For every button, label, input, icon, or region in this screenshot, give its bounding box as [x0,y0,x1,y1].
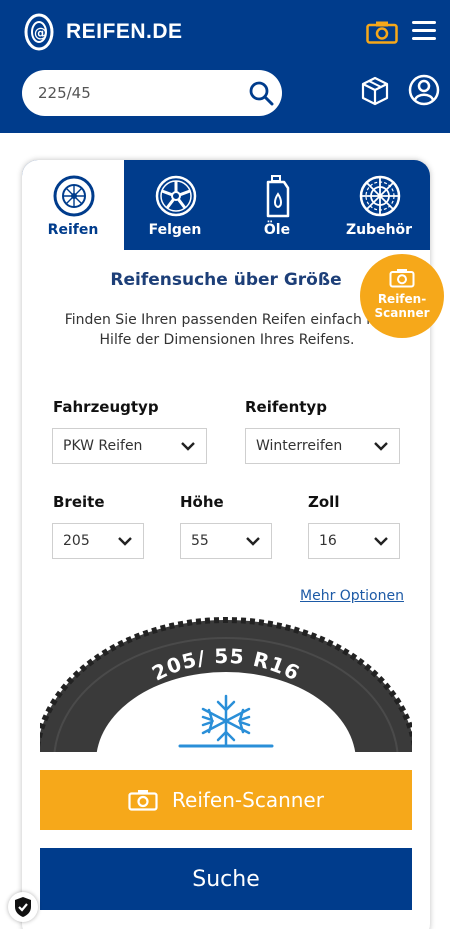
select-value: 205 [63,533,90,549]
privacy-badge[interactable] [8,892,38,922]
tab-label: Felgen [148,222,202,238]
scanner-badge-label: Reifen-Scanner [374,292,430,320]
category-tabs: Reifen Felgen Öle Zubehör [22,160,430,250]
tab-felgen[interactable]: Felgen [124,160,226,250]
breite-select[interactable]: 205 [52,523,144,559]
select-value: PKW Reifen [63,438,143,454]
tab-reifen[interactable]: Reifen [22,160,124,250]
svg-text:@: @ [34,26,47,41]
logo-text: REIFEN.DE [66,20,183,43]
select-value: 16 [319,533,337,549]
tire-graphic: 205/ 55 R16 [40,617,412,752]
camera-icon[interactable] [366,20,398,44]
reifentyp-label: Reifentyp [245,398,327,416]
user-icon[interactable] [408,74,440,106]
tab-label: Zubehör [345,222,413,238]
breite-label: Breite [53,493,105,511]
tab-zubehoer[interactable]: Zubehör [328,160,430,250]
shield-check-icon [15,897,31,917]
search-button-label: Suche [192,866,260,892]
search-button[interactable]: Suche [40,848,412,910]
scanner-button-label: Reifen-Scanner [172,788,324,812]
chevron-down-icon [374,537,388,546]
tab-label: Öle [263,222,291,238]
chevron-down-icon [246,537,260,546]
hoehe-label: Höhe [180,493,224,511]
app-header: @ REIFEN.DE [0,0,450,133]
camera-icon [389,269,415,288]
chevron-down-icon [118,537,132,546]
chevron-down-icon [374,442,388,451]
chevron-down-icon [181,442,195,451]
reifen-scanner-badge[interactable]: Reifen-Scanner [360,254,444,338]
tire-illustration: 205/ 55 R16 [40,612,412,752]
more-options-link[interactable]: Mehr Optionen [300,588,404,604]
fahrzeugtyp-select[interactable]: PKW Reifen [52,428,207,464]
logo[interactable]: @ REIFEN.DE [24,13,183,51]
tab-label: Reifen [47,222,99,238]
reifen-scanner-button[interactable]: Reifen-Scanner [40,770,412,830]
logo-tire-icon: @ [24,13,54,51]
hoehe-select[interactable]: 55 [180,523,272,559]
search-icon[interactable] [248,80,274,106]
fahrzeugtyp-label: Fahrzeugtyp [53,398,159,416]
select-value: 55 [191,533,209,549]
rim-icon [155,175,197,217]
description: Finden Sie Ihren passenden Reifen einfac… [64,312,390,348]
box-icon[interactable] [360,76,390,106]
zoll-label: Zoll [308,493,340,511]
select-value: Winterreifen [256,438,343,454]
snow-chain-icon [359,175,401,217]
search-bar[interactable] [22,70,282,116]
tab-oele[interactable]: Öle [226,160,328,250]
camera-icon [128,790,158,811]
oil-can-icon [266,175,290,218]
page-title: Reifensuche über Größe [110,270,342,290]
menu-icon[interactable] [412,21,436,41]
search-input[interactable] [38,70,238,116]
reifentyp-select[interactable]: Winterreifen [245,428,400,464]
zoll-select[interactable]: 16 [308,523,400,559]
tire-icon [53,175,95,217]
